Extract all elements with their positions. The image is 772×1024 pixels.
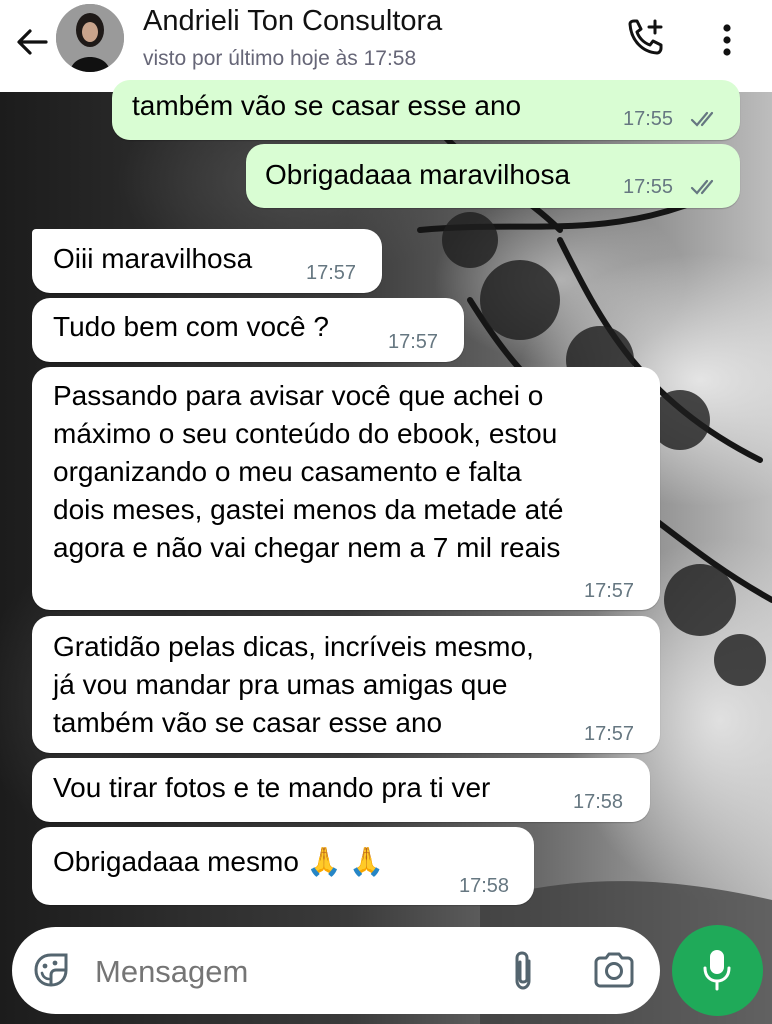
message-text: Tudo bem com você ? [53, 311, 329, 342]
message-text: Gratidão pelas dicas, incríveis mesmo, j… [53, 631, 534, 738]
sticker-icon[interactable] [30, 949, 72, 991]
message-input[interactable] [95, 952, 485, 992]
message-time: 17:57 [388, 331, 439, 353]
message-time: 17:57 [306, 262, 357, 284]
contact-name[interactable]: Andrieli Ton Consultora [143, 5, 442, 38]
message-text: Passando para avisar você que achei o má… [53, 380, 564, 563]
camera-icon[interactable] [592, 950, 636, 990]
back-arrow-icon[interactable] [14, 24, 50, 60]
avatar[interactable] [56, 4, 124, 72]
message-text: Vou tirar fotos e te mando pra ti ver [53, 772, 491, 803]
message-time: 17:55 [623, 176, 674, 198]
message-text: também vão se casar esse ano [132, 90, 522, 121]
read-ticks-icon [690, 111, 714, 127]
add-call-icon[interactable] [624, 18, 668, 58]
more-options-icon[interactable] [712, 20, 742, 60]
attach-icon[interactable] [505, 949, 541, 993]
message-text: Obrigadaaa maravilhosa [265, 159, 571, 190]
message-time: 17:55 [623, 108, 674, 130]
last-seen-status: visto por último hoje às 17:58 [143, 47, 417, 70]
message-time: 17:58 [459, 875, 510, 897]
message-time: 17:57 [584, 580, 635, 602]
message-time: 17:57 [584, 723, 635, 745]
message-time: 17:58 [573, 791, 624, 813]
message-text: Obrigadaaa mesmo 🙏 🙏 [53, 846, 385, 877]
message-text: Oiii maravilhosa [53, 243, 253, 274]
read-ticks-icon [690, 179, 714, 195]
mic-icon [703, 950, 731, 991]
